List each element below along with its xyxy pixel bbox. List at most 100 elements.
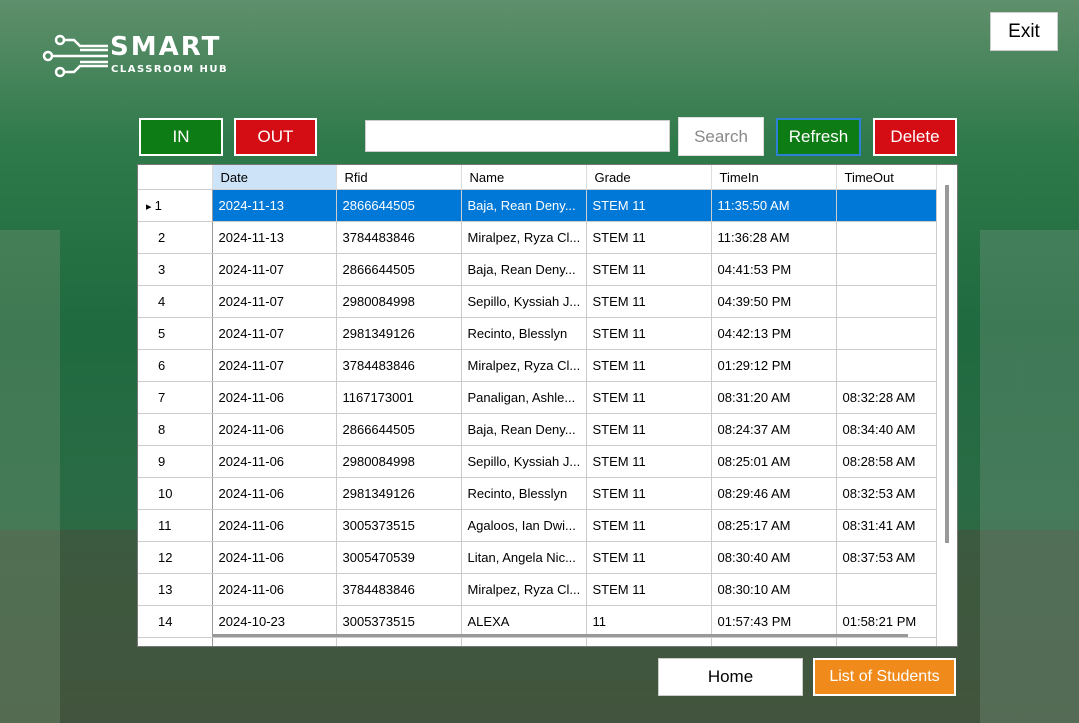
name-cell[interactable]: Panaligan, Ashle...	[461, 381, 587, 414]
timeout-cell[interactable]: 08:32:53 AM	[836, 477, 937, 510]
date-cell[interactable]: 2024-11-13	[212, 221, 337, 254]
timeout-cell[interactable]: 08:28:58 AM	[836, 445, 937, 478]
name-cell[interactable]: Baja, Rean Deny...	[461, 253, 587, 286]
name-cell[interactable]: Recinto, Blesslyn	[461, 317, 587, 350]
timein-cell[interactable]: 08:30:10 AM	[711, 573, 837, 606]
row-number[interactable]: 15	[138, 637, 213, 646]
rfid-cell[interactable]: 3005470539	[336, 637, 462, 646]
timeout-cell[interactable]: 08:31:41 AM	[836, 509, 937, 542]
home-button[interactable]: Home	[658, 658, 803, 696]
name-cell[interactable]: Miguel	[461, 637, 587, 646]
rfid-cell[interactable]: 3784483846	[336, 221, 462, 254]
list-of-students-button[interactable]: List of Students	[813, 658, 956, 696]
table-row[interactable]: 9 2024-11-06 2980084998 Sepillo, Kyssiah J.…	[138, 445, 937, 478]
timeout-cell[interactable]: 01:58:21 PM	[836, 605, 937, 638]
table-row[interactable]: 12 2024-11-06 3005470539 Litan, Angela Nic.…	[138, 541, 937, 574]
table-row[interactable]: 6 2024-11-07 3784483846 Miralpez, Ryza Cl..…	[138, 349, 937, 382]
rfid-cell[interactable]: 3005470539	[336, 541, 462, 574]
name-cell[interactable]: Miralpez, Ryza Cl...	[461, 573, 587, 606]
rfid-cell[interactable]: 3005373515	[336, 509, 462, 542]
attendance-grid[interactable]: Date Rfid Name Grade TimeIn TimeOut ▸ 12…	[137, 164, 958, 647]
column-header-rfid[interactable]: Rfid	[336, 165, 462, 190]
grade-cell[interactable]: STEM 11	[586, 413, 712, 446]
timein-cell[interactable]: 08:25:01 AM	[711, 445, 837, 478]
timein-cell[interactable]: 04:41:53 PM	[711, 253, 837, 286]
grade-cell[interactable]: STEM 11	[586, 477, 712, 510]
timeout-cell[interactable]	[836, 189, 937, 222]
search-input[interactable]	[365, 120, 670, 152]
date-cell[interactable]: 2024-11-06	[212, 445, 337, 478]
table-row[interactable]: 14 2024-10-23 3005373515 ALEXA 11 01:57:43 PM…	[138, 605, 937, 638]
table-row[interactable]: ▸ 1 2024-11-13 2866644505 Baja, Rean Deny..…	[138, 189, 937, 222]
timeout-cell[interactable]	[836, 573, 937, 606]
row-number[interactable]: 3	[138, 253, 213, 286]
date-cell[interactable]: 2024-10-23	[212, 605, 337, 638]
name-cell[interactable]: Agaloos, Ian Dwi...	[461, 509, 587, 542]
table-row[interactable]: 2 2024-11-13 3784483846 Miralpez, Ryza Cl..…	[138, 221, 937, 254]
timeout-cell[interactable]	[836, 221, 937, 254]
table-row[interactable]: 4 2024-11-07 2980084998 Sepillo, Kyssiah J.…	[138, 285, 937, 318]
rfid-cell[interactable]: 3784483846	[336, 573, 462, 606]
timein-cell[interactable]: 02:02:39 PM	[711, 637, 837, 646]
grade-cell[interactable]: STEM 11	[586, 189, 712, 222]
name-cell[interactable]: Miralpez, Ryza Cl...	[461, 221, 587, 254]
timeout-cell[interactable]: 08:34:40 AM	[836, 413, 937, 446]
name-cell[interactable]: Sepillo, Kyssiah J...	[461, 445, 587, 478]
timein-cell[interactable]: 08:30:40 AM	[711, 541, 837, 574]
horizontal-scrollbar[interactable]	[212, 634, 908, 637]
rfid-cell[interactable]: 2866644505	[336, 253, 462, 286]
row-number[interactable]: 9	[138, 445, 213, 478]
date-cell[interactable]: 2024-11-06	[212, 573, 337, 606]
timeout-cell[interactable]: 08:37:53 AM	[836, 541, 937, 574]
out-button[interactable]: OUT	[234, 118, 317, 156]
timeout-cell[interactable]	[836, 317, 937, 350]
timein-cell[interactable]: 08:29:46 AM	[711, 477, 837, 510]
row-number[interactable]: 4	[138, 285, 213, 318]
date-cell[interactable]: 2024-11-06	[212, 509, 337, 542]
row-number[interactable]: 6	[138, 349, 213, 382]
timein-cell[interactable]: 04:42:13 PM	[711, 317, 837, 350]
row-number[interactable]: 7	[138, 381, 213, 414]
exit-button[interactable]: Exit	[990, 12, 1058, 51]
table-row[interactable]: 5 2024-11-07 2981349126 Recinto, Blesslyn ST…	[138, 317, 937, 350]
name-cell[interactable]: Sepillo, Kyssiah J...	[461, 285, 587, 318]
date-cell[interactable]: 2024-11-06	[212, 413, 337, 446]
rfid-cell[interactable]: 2981349126	[336, 317, 462, 350]
date-cell[interactable]: 2024-11-06	[212, 381, 337, 414]
date-cell[interactable]: 2024-11-06	[212, 477, 337, 510]
name-cell[interactable]: Baja, Rean Deny...	[461, 189, 587, 222]
rfid-cell[interactable]: 3005373515	[336, 605, 462, 638]
name-cell[interactable]: Miralpez, Ryza Cl...	[461, 349, 587, 382]
name-cell[interactable]: ALEXA	[461, 605, 587, 638]
name-cell[interactable]: Litan, Angela Nic...	[461, 541, 587, 574]
date-cell[interactable]: 2024-11-07	[212, 253, 337, 286]
timeout-cell[interactable]	[836, 285, 937, 318]
row-number[interactable]: 14	[138, 605, 213, 638]
row-number[interactable]: ▸ 1	[138, 189, 213, 222]
grade-cell[interactable]: STEM 11	[586, 221, 712, 254]
timein-cell[interactable]: 08:31:20 AM	[711, 381, 837, 414]
timein-cell[interactable]: 08:25:17 AM	[711, 509, 837, 542]
table-row[interactable]: 3 2024-11-07 2866644505 Baja, Rean Deny... S…	[138, 253, 937, 286]
grade-cell[interactable]: STEM 11	[586, 381, 712, 414]
timeout-cell[interactable]	[836, 253, 937, 286]
row-number[interactable]: 12	[138, 541, 213, 574]
rfid-cell[interactable]: 3784483846	[336, 349, 462, 382]
in-button[interactable]: IN	[139, 118, 223, 156]
column-header-timein[interactable]: TimeIn	[711, 165, 837, 190]
table-row[interactable]: 11 2024-11-06 3005373515 Agaloos, Ian Dwi..…	[138, 509, 937, 542]
table-row[interactable]: 10 2024-11-06 2981349126 Recinto, Blesslyn S…	[138, 477, 937, 510]
rfid-cell[interactable]: 1167173001	[336, 381, 462, 414]
row-number[interactable]: 10	[138, 477, 213, 510]
table-row[interactable]: 13 2024-11-06 3784483846 Miralpez, Ryza Cl.…	[138, 573, 937, 606]
timein-cell[interactable]: 01:29:12 PM	[711, 349, 837, 382]
rfid-cell[interactable]: 2866644505	[336, 189, 462, 222]
row-number[interactable]: 13	[138, 573, 213, 606]
row-number[interactable]: 8	[138, 413, 213, 446]
grade-cell[interactable]: STEM 11	[586, 349, 712, 382]
column-header-grade[interactable]: Grade	[586, 165, 712, 190]
row-number[interactable]: 5	[138, 317, 213, 350]
timeout-cell[interactable]	[836, 349, 937, 382]
date-cell[interactable]: 2024-10-23	[212, 637, 337, 646]
timein-cell[interactable]: 04:39:50 PM	[711, 285, 837, 318]
